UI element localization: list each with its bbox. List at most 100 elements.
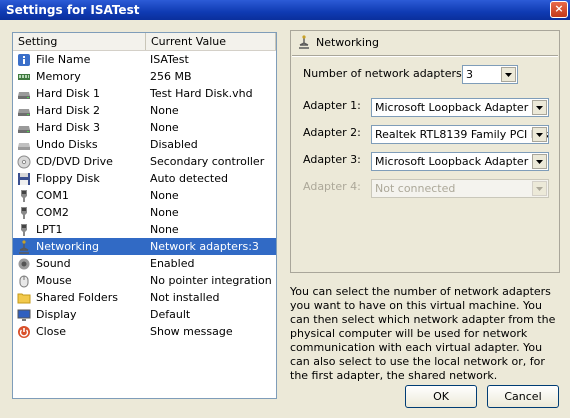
- window-close-button[interactable]: ×: [550, 1, 568, 18]
- setting-value: 256 MB: [150, 70, 192, 83]
- setting-name: COM2: [36, 206, 69, 219]
- settings-row-lpt1[interactable]: LPT1 None: [13, 221, 276, 238]
- cancel-button[interactable]: Cancel: [487, 385, 559, 408]
- network-icon: [17, 239, 31, 254]
- setting-name: Hard Disk 1: [36, 87, 100, 100]
- adapter-2-label: Adapter 2:: [303, 126, 361, 139]
- setting-value: Network adapters:3: [150, 240, 259, 253]
- setting-name: Close: [36, 325, 66, 338]
- setting-name: Sound: [36, 257, 71, 270]
- hard-disk-icon: [17, 104, 31, 118]
- adapter-4-select: Not connected: [371, 179, 549, 198]
- setting-name-cell: LPT1: [13, 221, 146, 238]
- setting-name: File Name: [36, 53, 91, 66]
- setting-name-cell: Memory: [13, 68, 146, 85]
- ok-button[interactable]: OK: [405, 385, 477, 408]
- settings-rows: File Name ISATest Memory 256 MB Hard Disk 1 T…: [13, 51, 276, 340]
- chevron-down-icon: [532, 181, 547, 196]
- setting-name: Undo Disks: [36, 138, 98, 151]
- settings-row-shared-folders[interactable]: Shared Folders Not installed: [13, 289, 276, 306]
- cd-icon: [17, 155, 31, 169]
- settings-list[interactable]: Setting Current Value File Name ISATest Me…: [12, 32, 277, 399]
- settings-row-hard-disk-1[interactable]: Hard Disk 1 Test Hard Disk.vhd: [13, 85, 276, 102]
- undo-disk-icon: [17, 138, 31, 152]
- setting-name-cell: Display: [13, 306, 146, 323]
- settings-row-memory[interactable]: Memory 256 MB: [13, 68, 276, 85]
- setting-name-cell: Hard Disk 2: [13, 102, 146, 119]
- adapter-1-value: Microsoft Loopback Adapter: [375, 101, 529, 114]
- port-icon: [17, 189, 31, 203]
- close-option-icon: [17, 325, 31, 339]
- settings-row-com2[interactable]: COM2 None: [13, 204, 276, 221]
- group-divider: [292, 55, 558, 57]
- setting-name: Display: [36, 308, 77, 321]
- network-icon: [297, 35, 311, 49]
- setting-name-cell: Hard Disk 1: [13, 85, 146, 102]
- column-header-current-value[interactable]: Current Value: [146, 33, 276, 50]
- setting-name: COM1: [36, 189, 69, 202]
- settings-list-header: Setting Current Value: [13, 33, 276, 51]
- setting-name: Memory: [36, 70, 81, 83]
- window-title: Settings for ISATest: [6, 3, 140, 17]
- settings-row-display[interactable]: Display Default: [13, 306, 276, 323]
- setting-name-cell: File Name: [13, 51, 146, 68]
- adapter-3-value: Microsoft Loopback Adapter #2: [375, 155, 548, 168]
- settings-row-cd-dvd-drive[interactable]: CD/DVD Drive Secondary controller: [13, 153, 276, 170]
- settings-row-com1[interactable]: COM1 None: [13, 187, 276, 204]
- adapter-3-select[interactable]: Microsoft Loopback Adapter #2: [371, 152, 549, 171]
- setting-name: Floppy Disk: [36, 172, 100, 185]
- setting-name: Mouse: [36, 274, 72, 287]
- networking-help-text: You can select the number of network ada…: [290, 285, 556, 382]
- setting-value: Auto detected: [150, 172, 228, 185]
- setting-name: Hard Disk 2: [36, 104, 100, 117]
- networking-group-title: Networking: [297, 35, 379, 49]
- settings-row-networking[interactable]: Networking Network adapters:3: [13, 238, 276, 255]
- settings-row-sound[interactable]: Sound Enabled: [13, 255, 276, 272]
- setting-name: Shared Folders: [36, 291, 118, 304]
- setting-value: Disabled: [150, 138, 198, 151]
- settings-row-mouse[interactable]: Mouse No pointer integration: [13, 272, 276, 289]
- chevron-down-icon[interactable]: [532, 127, 547, 142]
- adapter-4-label: Adapter 4:: [303, 180, 361, 193]
- setting-name: Hard Disk 3: [36, 121, 100, 134]
- setting-name: LPT1: [36, 223, 63, 236]
- hard-disk-icon: [17, 121, 31, 135]
- memory-icon: [17, 70, 31, 84]
- adapter-2-select[interactable]: Realtek RTL8139 Family PCI Fast: [371, 125, 549, 144]
- setting-value: None: [150, 206, 179, 219]
- column-header-setting[interactable]: Setting: [13, 33, 146, 50]
- port-icon: [17, 206, 31, 220]
- setting-value: None: [150, 223, 179, 236]
- setting-name-cell: COM1: [13, 187, 146, 204]
- adapter-count-select[interactable]: 3: [462, 65, 518, 84]
- settings-row-hard-disk-3[interactable]: Hard Disk 3 None: [13, 119, 276, 136]
- window-titlebar[interactable]: Settings for ISATest ×: [0, 0, 570, 20]
- settings-row-floppy-disk[interactable]: Floppy Disk Auto detected: [13, 170, 276, 187]
- adapter-3-label: Adapter 3:: [303, 153, 361, 166]
- networking-group: Networking Number of network adapters: 3…: [290, 30, 560, 273]
- setting-name-cell: CD/DVD Drive: [13, 153, 146, 170]
- setting-name-cell: Sound: [13, 255, 146, 272]
- setting-value: Secondary controller: [150, 155, 265, 168]
- adapter-4-value: Not connected: [375, 182, 456, 195]
- setting-name: CD/DVD Drive: [36, 155, 113, 168]
- settings-row-file-name[interactable]: File Name ISATest: [13, 51, 276, 68]
- chevron-down-icon[interactable]: [532, 154, 547, 169]
- setting-value: Show message: [150, 325, 233, 338]
- settings-row-hard-disk-2[interactable]: Hard Disk 2 None: [13, 102, 276, 119]
- settings-row-undo-disks[interactable]: Undo Disks Disabled: [13, 136, 276, 153]
- setting-name: Networking: [36, 240, 99, 253]
- setting-name-cell: Shared Folders: [13, 289, 146, 306]
- chevron-down-icon[interactable]: [501, 67, 516, 82]
- display-icon: [17, 308, 31, 322]
- settings-row-close[interactable]: Close Show message: [13, 323, 276, 340]
- adapter-1-select[interactable]: Microsoft Loopback Adapter: [371, 98, 549, 117]
- setting-value: Test Hard Disk.vhd: [150, 87, 253, 100]
- setting-value: Default: [150, 308, 191, 321]
- sound-icon: [17, 257, 31, 271]
- info-icon: [17, 53, 31, 67]
- adapter-count-label: Number of network adapters:: [303, 67, 466, 80]
- chevron-down-icon[interactable]: [532, 100, 547, 115]
- setting-value: None: [150, 121, 179, 134]
- setting-value: Not installed: [150, 291, 220, 304]
